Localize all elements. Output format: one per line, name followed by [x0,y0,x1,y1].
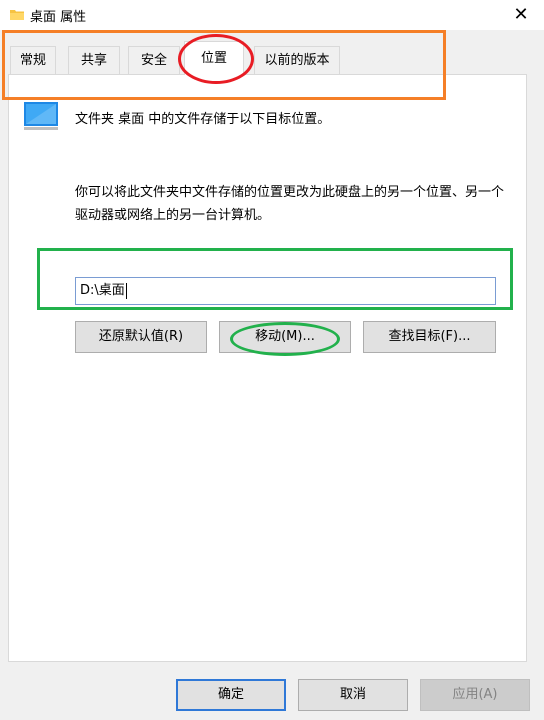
location-tab-highlight-circle [178,34,254,84]
location-description: 文件夹 桌面 中的文件存储于以下目标位置。 [75,112,331,127]
cancel-button[interactable]: 取消 [298,679,408,711]
ok-button[interactable]: 确定 [176,679,286,711]
close-icon: ✕ [513,4,529,25]
restore-default-button[interactable]: 还原默认值(R) [75,321,207,353]
location-explanation: 你可以将此文件夹中文件存储的位置更改为此硬盘上的另一个位置、另一个驱动器或网络上… [75,185,505,223]
find-target-button[interactable]: 查找目标(F)... [363,321,496,353]
desktop-folder-icon [24,102,58,130]
apply-button[interactable]: 应用(A) [420,679,530,711]
close-button[interactable]: ✕ [498,0,544,30]
title-bar: 桌面 属性 ✕ [0,0,544,30]
folder-icon [10,10,24,20]
move-button-highlight-oval [230,322,340,356]
location-panel [8,74,527,662]
window-title: 桌面 属性 [30,10,87,25]
path-highlight-box [37,248,513,310]
